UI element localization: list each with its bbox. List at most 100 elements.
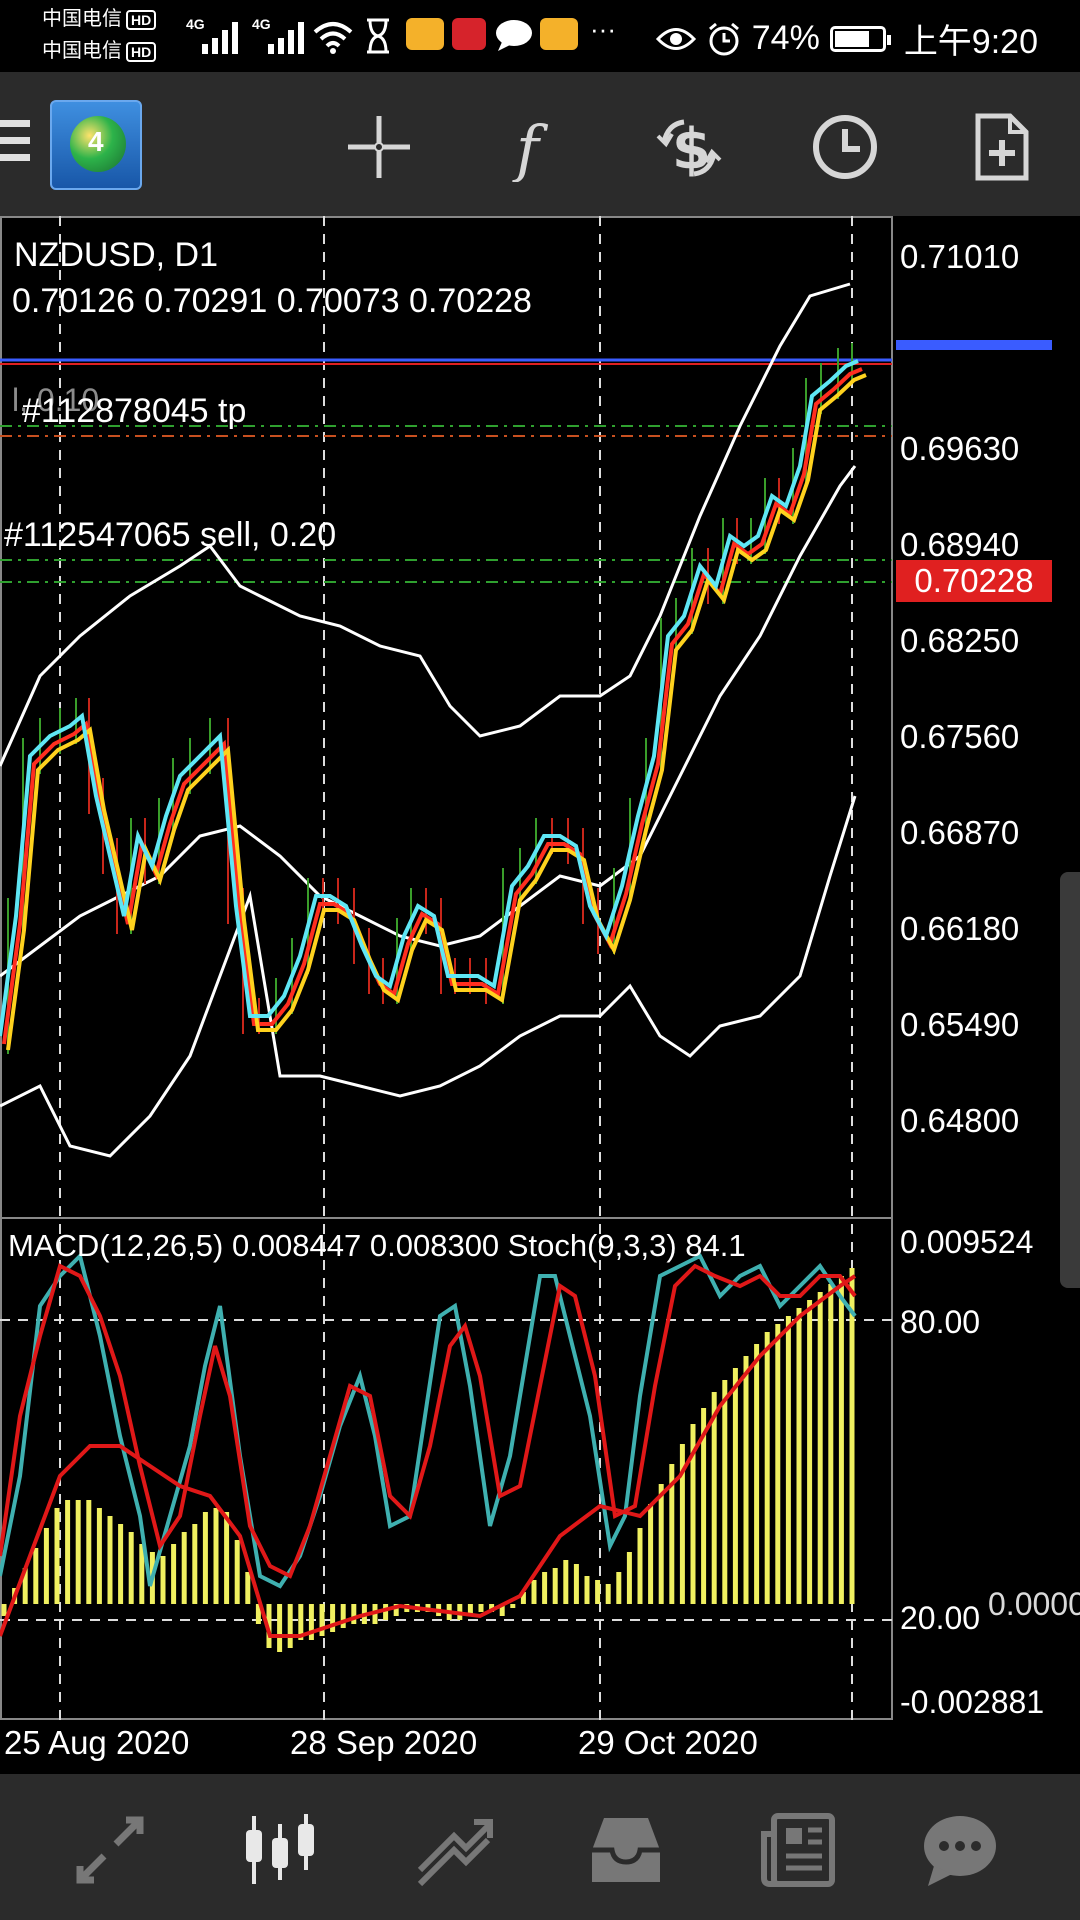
macd-histogram-bar bbox=[637, 1528, 643, 1604]
bollinger-lower bbox=[0, 795, 857, 1158]
history-icon[interactable] bbox=[586, 1810, 666, 1890]
alarm-icon bbox=[708, 22, 739, 55]
hd-badge: HD bbox=[126, 10, 157, 30]
svg-text:f: f bbox=[512, 112, 549, 182]
metatrader-logo[interactable]: 4 bbox=[50, 100, 142, 190]
toolbar: 4 f $ bbox=[0, 72, 1080, 216]
price-axis-label: 0.64800 bbox=[900, 1102, 1020, 1139]
macd-histogram-bar bbox=[287, 1604, 293, 1648]
indicator-axis-label: 0.000000 bbox=[988, 1586, 1080, 1622]
price-axis-label: 0.65490 bbox=[900, 1006, 1020, 1043]
chart-icon[interactable] bbox=[240, 1810, 320, 1890]
carrier-2: 中国电信 HD bbox=[42, 38, 157, 65]
date-axis-label: 25 Aug 2020 bbox=[4, 1724, 190, 1761]
macd-histogram-bar bbox=[65, 1500, 71, 1604]
battery-percent: 74% bbox=[751, 19, 820, 57]
candles bbox=[7, 343, 853, 1054]
macd-histogram-bar bbox=[33, 1548, 39, 1604]
carrier-1-label: 中国电信 bbox=[42, 8, 122, 30]
macd-histogram-bar bbox=[75, 1500, 81, 1604]
macd-histogram-bar bbox=[234, 1540, 240, 1604]
more-notifications: ··· bbox=[590, 14, 616, 44]
macd-histogram-bar bbox=[86, 1500, 92, 1604]
price-axis-label: 0.69630 bbox=[900, 430, 1020, 467]
symbol-label: NZDUSD, D1 bbox=[14, 236, 219, 274]
macd-histogram-bar bbox=[181, 1532, 187, 1604]
ohlc-label: 0.70126 0.70291 0.70073 0.70228 bbox=[12, 282, 532, 320]
macd-histogram-bar bbox=[796, 1308, 802, 1604]
carrier-1: 中国电信 HD bbox=[42, 6, 157, 33]
quotes-icon[interactable] bbox=[70, 1810, 150, 1890]
ask-tag bbox=[896, 340, 1052, 350]
macd-histogram-bar bbox=[478, 1604, 484, 1612]
macd-histogram-bar bbox=[573, 1564, 579, 1604]
macd-histogram-bar bbox=[510, 1604, 516, 1608]
indicator-axis-label: 20.00 bbox=[900, 1600, 981, 1636]
trade-icon[interactable]: $ bbox=[654, 112, 724, 182]
date-axis-label: 28 Sep 2020 bbox=[290, 1724, 478, 1761]
macd-histogram-bar bbox=[107, 1516, 113, 1604]
eye-icon bbox=[655, 27, 696, 50]
indicators-icon[interactable]: f bbox=[500, 112, 570, 182]
price-axis-label: 0.66180 bbox=[900, 910, 1020, 947]
period-icon[interactable] bbox=[810, 112, 880, 182]
wifi-icon bbox=[313, 22, 353, 54]
macd-histogram-bar bbox=[616, 1572, 622, 1604]
macd-histogram-bar bbox=[96, 1508, 102, 1604]
order-tp-label[interactable]: #112878045 tp bbox=[22, 392, 246, 431]
macd-histogram-bar bbox=[732, 1368, 738, 1604]
chat-icon[interactable] bbox=[920, 1810, 1000, 1890]
macd-histogram-bar bbox=[340, 1604, 346, 1628]
macd-histogram-bar bbox=[160, 1556, 166, 1604]
macd-histogram-bar bbox=[807, 1300, 813, 1604]
signal-1-icon bbox=[202, 22, 238, 54]
news-icon[interactable] bbox=[758, 1810, 838, 1890]
indicator-axis-label: 80.00 bbox=[900, 1304, 981, 1340]
indicator-label: MACD(12,26,5) 0.008447 0.008300 Stoch(9,… bbox=[8, 1228, 746, 1263]
macd-histogram-bar bbox=[764, 1332, 770, 1604]
macd-histogram-bar bbox=[171, 1544, 177, 1604]
new-order-icon[interactable] bbox=[966, 112, 1036, 182]
chart-scroll-thumb[interactable] bbox=[1060, 872, 1080, 1288]
date-axis-label: 29 Oct 2020 bbox=[578, 1724, 758, 1761]
macd-histogram-bar bbox=[838, 1276, 844, 1604]
indicator-axis-label: -0.002881 bbox=[900, 1684, 1045, 1720]
macd-histogram-bar bbox=[118, 1524, 124, 1604]
status-bar: 中国电信 HD 中国电信 HD 4G 4G ··· 74% 上午9:20 bbox=[0, 0, 1080, 72]
macd-histogram-bar bbox=[743, 1356, 749, 1604]
macd-histogram-bar bbox=[817, 1292, 823, 1604]
battery-icon bbox=[829, 25, 891, 52]
indicator-window bbox=[0, 1252, 857, 1652]
indicator-axis-label: 0.009524 bbox=[900, 1224, 1034, 1260]
signal-2-icon bbox=[268, 22, 304, 54]
price-axis-label: 0.68250 bbox=[900, 622, 1020, 659]
macd-histogram-bar bbox=[192, 1524, 198, 1604]
mail-app-icon-2 bbox=[540, 18, 578, 50]
status-right: 74% 上午9:20 bbox=[655, 14, 1038, 63]
order-sell-label[interactable]: #112547065 sell, 0.20 bbox=[4, 516, 336, 555]
macd-histogram-bar bbox=[648, 1504, 654, 1604]
menu-icon[interactable] bbox=[0, 120, 30, 171]
hd-badge-2: HD bbox=[126, 42, 157, 62]
macd-histogram-bar bbox=[595, 1580, 601, 1604]
macd-histogram-bar bbox=[711, 1392, 717, 1604]
macd-histogram-bar bbox=[552, 1568, 558, 1604]
macd-histogram-bar bbox=[849, 1268, 855, 1604]
carrier-2-label: 中国电信 bbox=[42, 40, 122, 62]
macd-histogram-bar bbox=[1, 1604, 7, 1616]
macd-histogram-bar bbox=[785, 1316, 791, 1604]
macd-histogram-bar bbox=[542, 1572, 548, 1604]
news-app-icon bbox=[452, 18, 486, 50]
macd-histogram-bar bbox=[584, 1576, 590, 1604]
crosshair-icon[interactable] bbox=[344, 112, 414, 182]
moving-averages bbox=[0, 359, 867, 1051]
bottom-nav bbox=[0, 1774, 1080, 1920]
macd-histogram-bar bbox=[351, 1604, 357, 1624]
macd-histogram-bar bbox=[605, 1584, 611, 1604]
logo-number: 4 bbox=[88, 126, 104, 157]
trade-tab-icon[interactable] bbox=[414, 1810, 494, 1890]
hourglass-icon bbox=[367, 18, 389, 54]
message-icon bbox=[496, 20, 532, 51]
chart-area[interactable]: 0.71010 0.69630 0.68940 0.68250 0.67560 0.668… bbox=[0, 216, 1080, 1762]
macd-histogram-bar bbox=[754, 1344, 760, 1604]
